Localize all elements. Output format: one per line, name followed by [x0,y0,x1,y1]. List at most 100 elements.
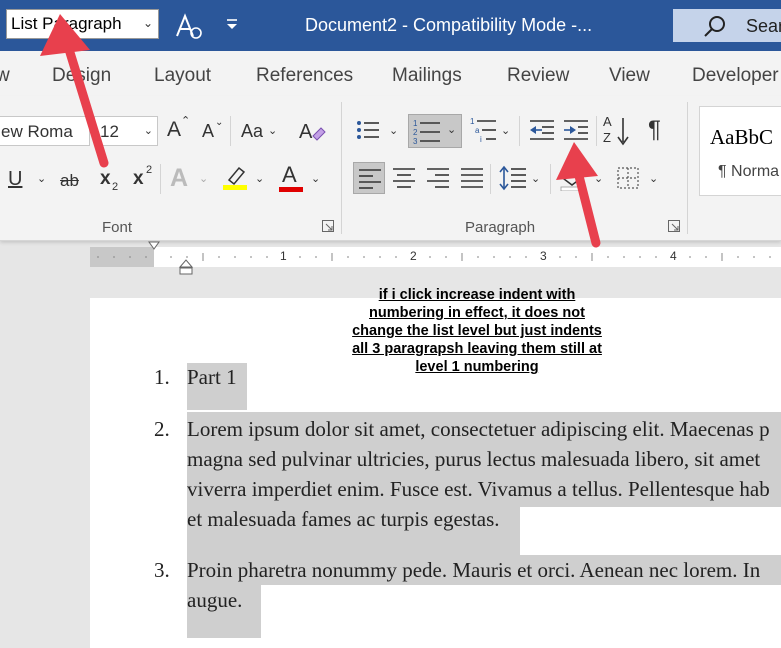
search-box[interactable]: Sear [673,9,781,42]
underline-button[interactable]: U [8,168,22,191]
annotation-line: numbering in effect, it does not [369,305,585,321]
chevron-down-icon[interactable]: ⌄ [199,172,208,185]
tab-view-partial[interactable]: w [0,65,10,87]
chevron-down-icon[interactable]: ⌄ [255,172,264,185]
sort-button[interactable]: A Z [603,114,633,148]
ruler-ticks [97,253,771,261]
font-size-value: 12 [100,122,119,141]
horizontal-ruler[interactable]: 1 2 3 4 [90,241,781,267]
ruler-number: 1 [280,249,287,263]
shrink-caret-icon: ⌄ [215,117,224,128]
list-item-text[interactable]: magna sed pulvinar ultricies, purus lect… [187,447,760,472]
numbering-digit: 2 [413,128,418,137]
ruler-number: 4 [670,249,677,263]
font-style-icon[interactable] [174,12,204,40]
font-group-label: Font [102,219,133,236]
list-item-text[interactable]: Lorem ipsum dolor sit amet, consectetuer… [187,417,770,442]
grow-font-button[interactable]: A [167,118,181,142]
separator [519,116,520,146]
align-center-icon[interactable] [392,167,416,189]
font-color-button[interactable]: A [282,162,297,188]
separator [550,164,551,194]
style-selector[interactable]: List Paragraph ⌄ [6,9,159,39]
chevron-down-icon[interactable]: ⌄ [143,16,153,30]
document-title: Document2 - Compatibility Mode -... [305,15,593,35]
chevron-down-icon[interactable]: ⌄ [311,172,320,185]
chevron-down-icon[interactable]: ⌄ [447,123,456,136]
selection-gap [520,507,781,555]
list-item-text[interactable]: augue. [187,588,242,613]
annotation-line: change the list level but just indents [352,323,602,339]
list-item-text[interactable]: Part 1 [187,365,237,390]
superscript-button[interactable]: x [133,168,144,190]
chevron-down-icon[interactable]: ⌄ [389,124,398,137]
grow-caret-icon: ⌃ [181,115,191,127]
separator [490,164,491,194]
font-color-swatch [279,187,303,192]
decrease-indent-icon[interactable] [528,118,556,142]
chevron-down-icon[interactable]: ⌄ [268,124,277,137]
annotation-line: if i click increase indent with [378,287,576,303]
numbering-icon: 1 2 3 [413,119,440,146]
tab-mailings[interactable]: Mailings [392,65,462,87]
subscript-button[interactable]: x [100,168,111,190]
font-name-value: ew Roma [1,122,73,141]
tab-review[interactable]: Review [507,65,569,87]
numbering-digit: 3 [413,137,418,146]
shrink-font-button[interactable]: A [202,121,214,142]
borders-icon[interactable] [616,166,640,190]
clear-formatting-icon[interactable]: A [299,118,327,144]
text-effects-button[interactable]: A [170,164,188,193]
tab-developer[interactable]: Developer [692,65,779,87]
styles-gallery[interactable]: AaBbC ¶ Norma [699,106,781,196]
svg-text:A: A [299,121,313,143]
annotation-line: all 3 paragrapsh leaving them still at [352,341,602,357]
justify-icon[interactable] [460,167,484,189]
align-left-icon [359,169,381,189]
tab-references[interactable]: References [256,65,353,87]
chevron-down-icon[interactable]: ⌄ [37,172,46,185]
group-separator [341,102,342,234]
dialog-launcher-icon[interactable] [322,220,334,232]
tab-view[interactable]: View [609,65,650,87]
hanging-indent-marker[interactable] [179,258,193,275]
highlighter-icon[interactable] [221,164,249,190]
show-marks-button[interactable]: ¶ [648,116,661,144]
font-size-box[interactable]: 12 ⌄ [94,116,158,146]
increase-indent-icon[interactable] [562,118,590,142]
ruler-number: 2 [410,249,417,263]
list-number: 2. [154,417,170,441]
strikethrough-button[interactable]: ab [60,171,79,191]
annotation-line: level 1 numbering [415,359,539,375]
shading-icon[interactable] [558,165,586,191]
search-icon [704,16,725,37]
align-left-button[interactable] [353,162,385,194]
align-right-icon[interactable] [426,167,450,189]
tab-design[interactable]: Design [52,65,111,87]
style-name-normal: ¶ Norma [718,163,780,180]
font-name-box[interactable]: ew Roma [0,116,90,146]
customize-toolbar-icon[interactable] [225,18,239,30]
chevron-down-icon[interactable]: ⌄ [531,172,540,185]
chevron-down-icon[interactable]: ⌄ [594,172,603,185]
bullets-icon[interactable] [355,118,381,142]
change-case-button[interactable]: Aa [241,121,263,142]
annotation-note: if i click increase indent with numberin… [336,286,618,376]
chevron-down-icon[interactable]: ⌄ [501,124,510,137]
first-line-indent-marker[interactable] [148,241,160,251]
list-item-text[interactable]: viverra imperdiet enim. Fusce est. Vivam… [187,477,770,502]
numbering-button[interactable]: 1 2 3 ⌄ [408,114,462,148]
line-spacing-icon[interactable] [499,165,527,191]
dialog-launcher-icon[interactable] [668,220,680,232]
style-sample: AaBbC [710,125,773,149]
chevron-down-icon[interactable]: ⌄ [649,172,658,185]
tab-layout[interactable]: Layout [154,65,211,87]
list-item-text[interactable]: et malesuada fames ac turpis egestas. [187,507,500,532]
separator [596,116,597,146]
sort-arrow-icon [617,118,629,146]
sort-z-label: Z [603,130,611,145]
separator [230,116,231,146]
list-item-text[interactable]: Proin pharetra nonummy pede. Mauris et o… [187,558,760,583]
multilevel-list-icon[interactable]: 1 a i [469,116,497,144]
chevron-down-icon[interactable]: ⌄ [144,124,153,137]
